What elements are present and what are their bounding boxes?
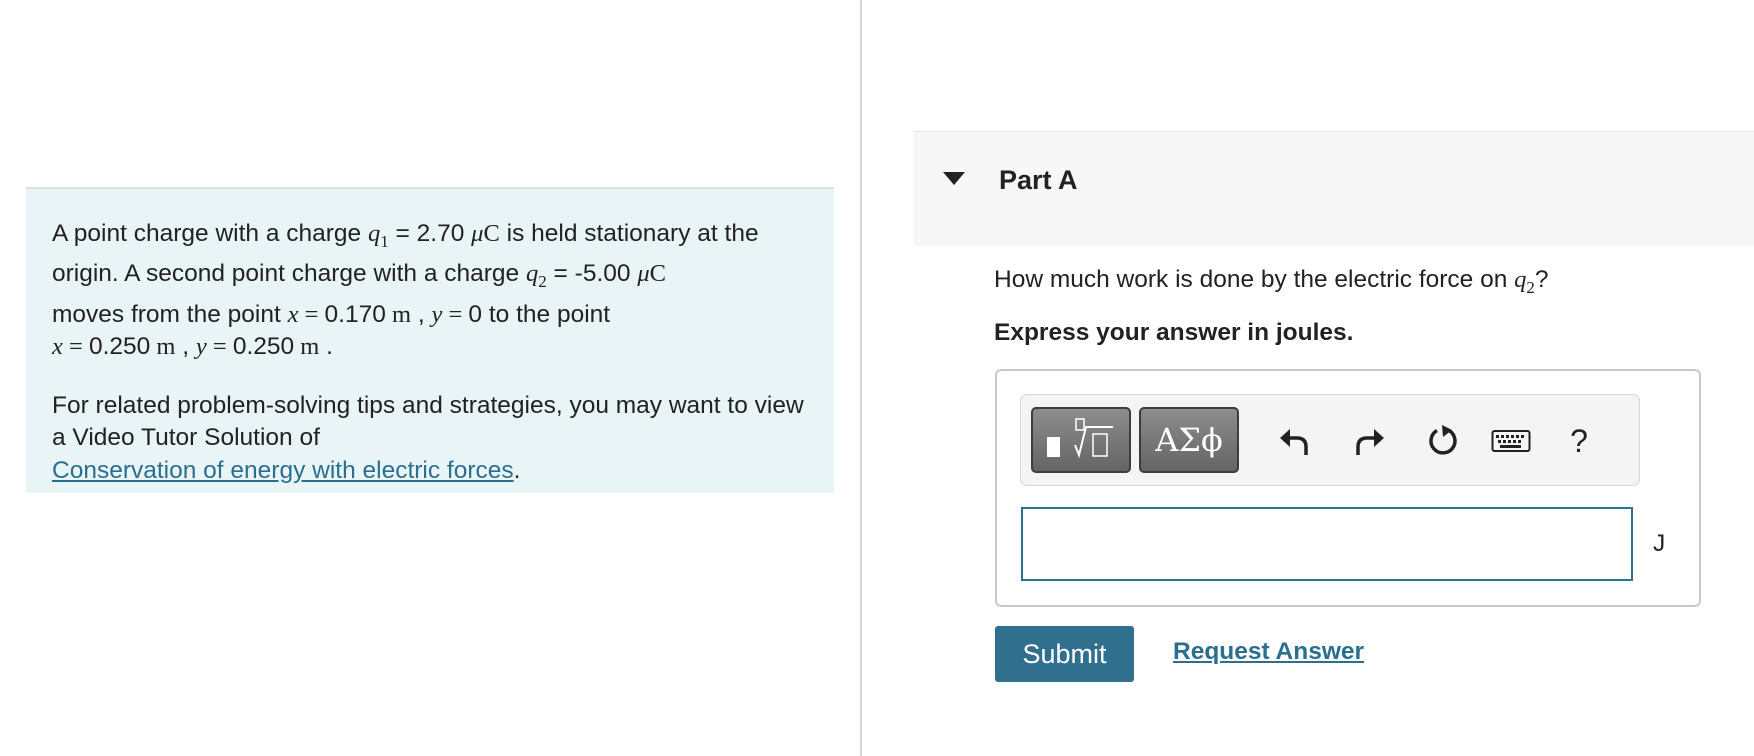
keyboard-button[interactable] bbox=[1485, 415, 1537, 467]
unit-label: J bbox=[1653, 530, 1666, 557]
greek-symbols-button[interactable]: ΑΣϕ bbox=[1139, 407, 1239, 473]
video-tutor-link[interactable]: Conservation of energy with electric for… bbox=[52, 457, 514, 484]
templates-button[interactable] bbox=[1031, 407, 1131, 473]
problem-statement: A point charge with a charge q1 = 2.70 μ… bbox=[52, 220, 759, 361]
answer-instruction: Express your answer in joules. bbox=[994, 319, 1354, 346]
question-text: How much work is done by the electric fo… bbox=[994, 266, 1549, 297]
q1-symbol: q1 bbox=[367, 220, 389, 251]
math-toolbar: ΑΣϕ ? bbox=[1020, 394, 1640, 486]
part-title: Part A bbox=[999, 165, 1078, 195]
undo-icon bbox=[1280, 429, 1308, 455]
templates-icon bbox=[1047, 418, 1113, 459]
help-button[interactable]: ? bbox=[1557, 415, 1601, 467]
column-divider bbox=[860, 0, 862, 756]
reset-icon bbox=[1429, 425, 1457, 455]
submit-button[interactable]: Submit bbox=[995, 626, 1134, 682]
reset-button[interactable] bbox=[1417, 415, 1469, 467]
undo-button[interactable] bbox=[1269, 415, 1321, 467]
part-header[interactable]: Part A bbox=[914, 131, 1754, 246]
redo-icon bbox=[1356, 429, 1384, 455]
collapse-triangle-icon[interactable] bbox=[943, 172, 965, 185]
redo-button[interactable] bbox=[1343, 415, 1395, 467]
tip-text: For related problem-solving tips and str… bbox=[52, 391, 804, 484]
answer-box: ΑΣϕ ? J bbox=[995, 369, 1701, 607]
q2-symbol: q2 bbox=[525, 260, 547, 292]
keyboard-icon bbox=[1491, 430, 1531, 452]
answer-input[interactable] bbox=[1021, 507, 1633, 581]
problem-statement-panel: A point charge with a charge q1 = 2.70 μ… bbox=[26, 187, 834, 493]
request-answer-link[interactable]: Request Answer bbox=[1173, 638, 1364, 666]
